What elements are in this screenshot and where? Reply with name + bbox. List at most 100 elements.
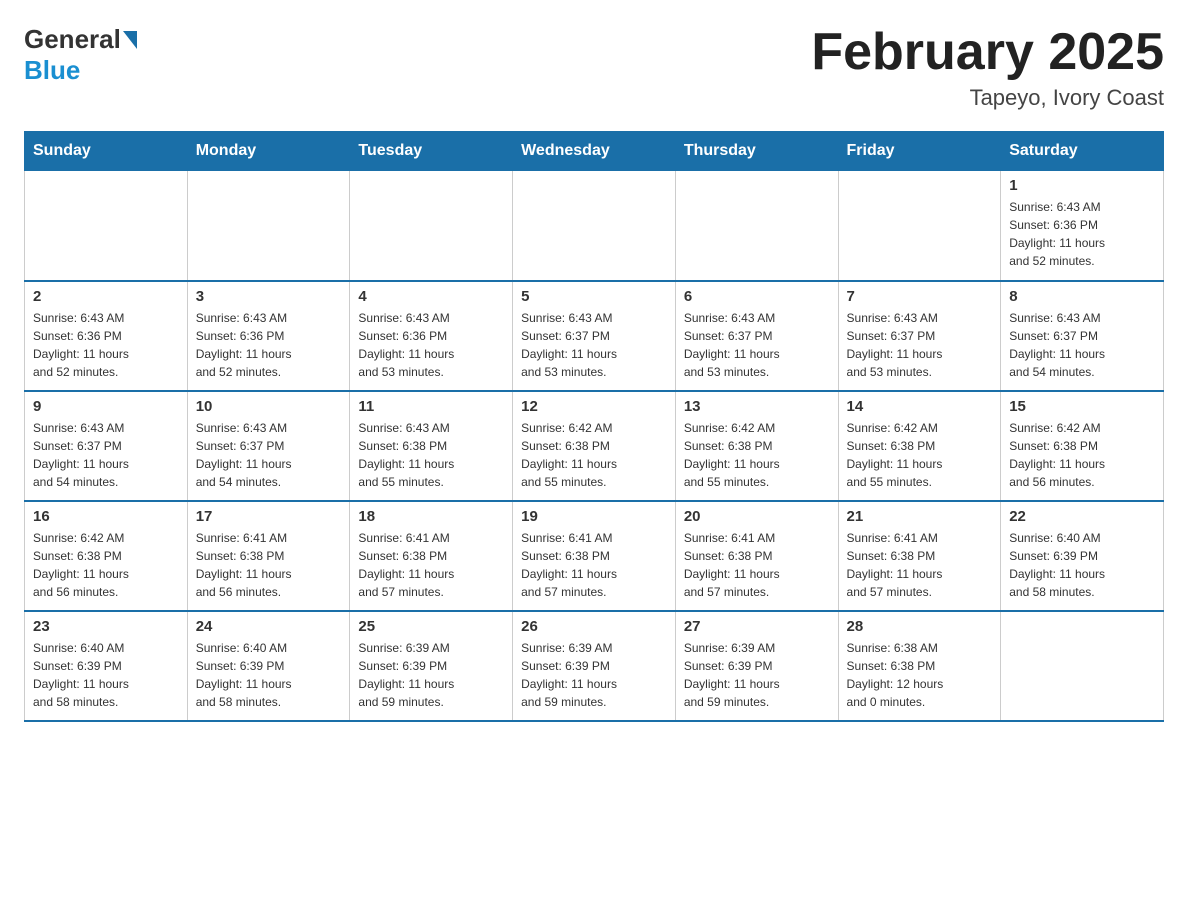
day-info: Sunrise: 6:38 AM Sunset: 6:38 PM Dayligh…	[847, 639, 993, 711]
day-info: Sunrise: 6:39 AM Sunset: 6:39 PM Dayligh…	[358, 639, 504, 711]
calendar-cell	[1001, 611, 1164, 721]
calendar-cell: 20 Sunrise: 6:41 AM Sunset: 6:38 PM Dayli…	[675, 501, 838, 611]
day-info: Sunrise: 6:43 AM Sunset: 6:37 PM Dayligh…	[33, 419, 179, 491]
day-info: Sunrise: 6:39 AM Sunset: 6:39 PM Dayligh…	[684, 639, 830, 711]
calendar-cell: 21 Sunrise: 6:41 AM Sunset: 6:38 PM Dayli…	[838, 501, 1001, 611]
calendar-cell: 8 Sunrise: 6:43 AM Sunset: 6:37 PM Daylig…	[1001, 281, 1164, 391]
calendar-cell: 23 Sunrise: 6:40 AM Sunset: 6:39 PM Dayli…	[25, 611, 188, 721]
calendar-cell: 24 Sunrise: 6:40 AM Sunset: 6:39 PM Dayli…	[187, 611, 350, 721]
calendar-week-3: 9 Sunrise: 6:43 AM Sunset: 6:37 PM Daylig…	[25, 391, 1164, 501]
logo: General Blue	[24, 24, 139, 86]
page-header: General Blue February 2025 Tapeyo, Ivory…	[24, 24, 1164, 111]
calendar-cell: 7Sunrise: 6:43 AM Sunset: 6:37 PM Daylig…	[838, 281, 1001, 391]
weekday-header-thursday: Thursday	[675, 132, 838, 171]
day-info: Sunrise: 6:41 AM Sunset: 6:38 PM Dayligh…	[847, 529, 993, 601]
weekday-header-friday: Friday	[838, 132, 1001, 171]
calendar-cell: 4 Sunrise: 6:43 AM Sunset: 6:36 PM Daylig…	[350, 281, 513, 391]
day-number: 23	[33, 618, 179, 635]
day-number: 20	[684, 508, 830, 525]
day-number: 22	[1009, 508, 1155, 525]
calendar-header: SundayMondayTuesdayWednesdayThursdayFrid…	[25, 132, 1164, 171]
calendar-cell: 9 Sunrise: 6:43 AM Sunset: 6:37 PM Daylig…	[25, 391, 188, 501]
calendar-week-5: 23 Sunrise: 6:40 AM Sunset: 6:39 PM Dayli…	[25, 611, 1164, 721]
calendar-week-4: 16 Sunrise: 6:42 AM Sunset: 6:38 PM Dayli…	[25, 501, 1164, 611]
day-info: Sunrise: 6:43 AM Sunset: 6:37 PM Dayligh…	[1009, 309, 1155, 381]
day-number: 16	[33, 508, 179, 525]
day-number: 4	[358, 288, 504, 305]
day-info: Sunrise: 6:39 AM Sunset: 6:39 PM Dayligh…	[521, 639, 667, 711]
calendar-cell: 2 Sunrise: 6:43 AM Sunset: 6:36 PM Daylig…	[25, 281, 188, 391]
calendar-cell: 26 Sunrise: 6:39 AM Sunset: 6:39 PM Dayli…	[513, 611, 676, 721]
day-info: Sunrise: 6:43 AM Sunset: 6:36 PM Dayligh…	[1009, 198, 1155, 270]
day-number: 1	[1009, 177, 1155, 194]
calendar-cell	[187, 171, 350, 281]
day-number: 2	[33, 288, 179, 305]
calendar-title: February 2025	[811, 24, 1164, 81]
day-info: Sunrise: 6:43 AM Sunset: 6:37 PM Dayligh…	[196, 419, 342, 491]
calendar-cell: 18Sunrise: 6:41 AM Sunset: 6:38 PM Dayli…	[350, 501, 513, 611]
calendar-cell: 1 Sunrise: 6:43 AM Sunset: 6:36 PM Daylig…	[1001, 171, 1164, 281]
calendar-cell: 6Sunrise: 6:43 AM Sunset: 6:37 PM Daylig…	[675, 281, 838, 391]
day-info: Sunrise: 6:43 AM Sunset: 6:36 PM Dayligh…	[33, 309, 179, 381]
calendar-table: SundayMondayTuesdayWednesdayThursdayFrid…	[24, 131, 1164, 722]
calendar-cell: 11 Sunrise: 6:43 AM Sunset: 6:38 PM Dayli…	[350, 391, 513, 501]
day-number: 6	[684, 288, 830, 305]
logo-blue-text: Blue	[24, 55, 80, 86]
calendar-week-2: 2 Sunrise: 6:43 AM Sunset: 6:36 PM Daylig…	[25, 281, 1164, 391]
calendar-cell: 22 Sunrise: 6:40 AM Sunset: 6:39 PM Dayli…	[1001, 501, 1164, 611]
day-number: 12	[521, 398, 667, 415]
day-number: 27	[684, 618, 830, 635]
calendar-cell	[838, 171, 1001, 281]
day-number: 7	[847, 288, 993, 305]
day-number: 24	[196, 618, 342, 635]
day-number: 15	[1009, 398, 1155, 415]
calendar-cell: 12 Sunrise: 6:42 AM Sunset: 6:38 PM Dayli…	[513, 391, 676, 501]
day-number: 26	[521, 618, 667, 635]
calendar-cell: 15Sunrise: 6:42 AM Sunset: 6:38 PM Dayli…	[1001, 391, 1164, 501]
day-info: Sunrise: 6:43 AM Sunset: 6:36 PM Dayligh…	[196, 309, 342, 381]
logo-arrow-icon	[123, 31, 137, 49]
day-info: Sunrise: 6:43 AM Sunset: 6:38 PM Dayligh…	[358, 419, 504, 491]
day-info: Sunrise: 6:42 AM Sunset: 6:38 PM Dayligh…	[521, 419, 667, 491]
day-number: 14	[847, 398, 993, 415]
day-info: Sunrise: 6:43 AM Sunset: 6:36 PM Dayligh…	[358, 309, 504, 381]
weekday-header-sunday: Sunday	[25, 132, 188, 171]
day-number: 8	[1009, 288, 1155, 305]
day-number: 25	[358, 618, 504, 635]
title-block: February 2025 Tapeyo, Ivory Coast	[811, 24, 1164, 111]
calendar-cell	[675, 171, 838, 281]
calendar-subtitle: Tapeyo, Ivory Coast	[811, 85, 1164, 111]
day-info: Sunrise: 6:40 AM Sunset: 6:39 PM Dayligh…	[1009, 529, 1155, 601]
calendar-cell: 25 Sunrise: 6:39 AM Sunset: 6:39 PM Dayli…	[350, 611, 513, 721]
calendar-cell	[513, 171, 676, 281]
weekday-header-tuesday: Tuesday	[350, 132, 513, 171]
weekday-header-row: SundayMondayTuesdayWednesdayThursdayFrid…	[25, 132, 1164, 171]
day-info: Sunrise: 6:42 AM Sunset: 6:38 PM Dayligh…	[33, 529, 179, 601]
weekday-header-monday: Monday	[187, 132, 350, 171]
day-number: 21	[847, 508, 993, 525]
day-number: 5	[521, 288, 667, 305]
day-number: 10	[196, 398, 342, 415]
day-number: 11	[358, 398, 504, 415]
day-number: 13	[684, 398, 830, 415]
calendar-cell: 27 Sunrise: 6:39 AM Sunset: 6:39 PM Dayli…	[675, 611, 838, 721]
day-info: Sunrise: 6:41 AM Sunset: 6:38 PM Dayligh…	[196, 529, 342, 601]
day-number: 3	[196, 288, 342, 305]
day-number: 28	[847, 618, 993, 635]
day-info: Sunrise: 6:42 AM Sunset: 6:38 PM Dayligh…	[684, 419, 830, 491]
day-info: Sunrise: 6:43 AM Sunset: 6:37 PM Dayligh…	[521, 309, 667, 381]
calendar-cell: 3 Sunrise: 6:43 AM Sunset: 6:36 PM Daylig…	[187, 281, 350, 391]
day-number: 9	[33, 398, 179, 415]
day-info: Sunrise: 6:40 AM Sunset: 6:39 PM Dayligh…	[33, 639, 179, 711]
logo-general-text: General	[24, 24, 121, 55]
calendar-cell: 28 Sunrise: 6:38 AM Sunset: 6:38 PM Dayli…	[838, 611, 1001, 721]
day-info: Sunrise: 6:41 AM Sunset: 6:38 PM Dayligh…	[684, 529, 830, 601]
day-info: Sunrise: 6:40 AM Sunset: 6:39 PM Dayligh…	[196, 639, 342, 711]
calendar-cell	[25, 171, 188, 281]
day-number: 19	[521, 508, 667, 525]
calendar-cell: 13 Sunrise: 6:42 AM Sunset: 6:38 PM Dayli…	[675, 391, 838, 501]
calendar-cell	[350, 171, 513, 281]
calendar-cell: 5 Sunrise: 6:43 AM Sunset: 6:37 PM Daylig…	[513, 281, 676, 391]
calendar-cell: 10 Sunrise: 6:43 AM Sunset: 6:37 PM Dayli…	[187, 391, 350, 501]
calendar-body: 1 Sunrise: 6:43 AM Sunset: 6:36 PM Daylig…	[25, 171, 1164, 721]
